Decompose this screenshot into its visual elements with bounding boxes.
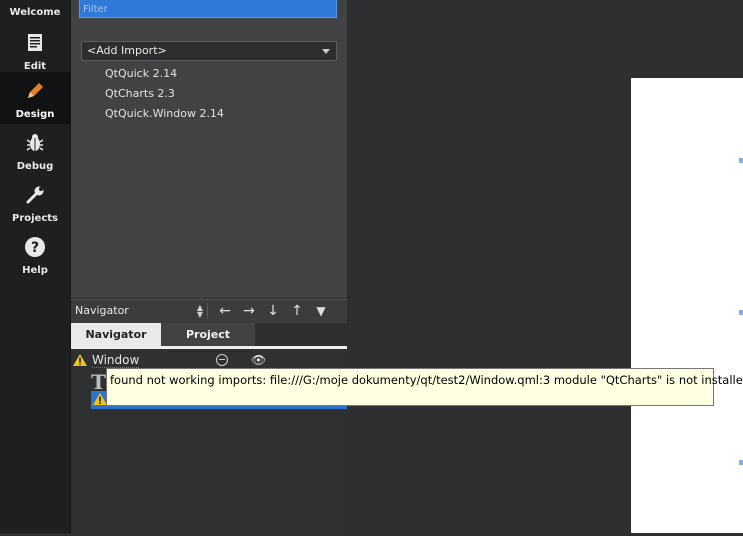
mode-edit[interactable]: Edit bbox=[0, 24, 70, 76]
mode-welcome[interactable]: Welcome bbox=[0, 0, 70, 24]
filter-input[interactable]: Filter bbox=[79, 0, 337, 18]
help-icon: ? bbox=[25, 237, 45, 257]
import-item[interactable]: QtQuick 2.14 bbox=[105, 67, 177, 80]
mode-debug[interactable]: Debug bbox=[0, 124, 70, 176]
arrow-right-icon[interactable]: → bbox=[239, 302, 259, 320]
navigator-tabs: Navigator Project bbox=[71, 323, 347, 346]
filter-icon[interactable]: ▼ bbox=[311, 302, 331, 320]
warning-icon bbox=[93, 393, 107, 405]
mode-projects-label: Projects bbox=[11, 213, 58, 224]
updown-arrows-icon: ▲ ▼ bbox=[196, 303, 203, 319]
arrow-left-icon[interactable]: ← bbox=[215, 302, 235, 320]
import-item[interactable]: QtCharts 2.3 bbox=[105, 87, 175, 100]
library-panel: Filter <Add Import> QtQuick 2.14 QtChart… bbox=[71, 0, 348, 298]
mode-help-label: Help bbox=[22, 265, 48, 276]
resize-handle[interactable] bbox=[739, 310, 743, 315]
mode-design[interactable]: Design bbox=[0, 72, 70, 124]
svg-text:?: ? bbox=[31, 240, 39, 256]
tree-item-label: Window bbox=[92, 353, 140, 368]
chevron-down-icon bbox=[322, 49, 330, 54]
alias-export-icon[interactable] bbox=[216, 354, 228, 366]
tab-navigator[interactable]: Navigator bbox=[71, 323, 161, 346]
form-editor-canvas[interactable] bbox=[631, 78, 743, 533]
resize-handle[interactable] bbox=[739, 460, 743, 465]
wrench-icon bbox=[26, 186, 44, 204]
arrow-down-icon[interactable]: ↓ bbox=[263, 302, 283, 320]
mode-debug-label: Debug bbox=[16, 161, 54, 172]
mode-edit-label: Edit bbox=[23, 61, 47, 72]
mode-design-label: Design bbox=[15, 109, 55, 120]
toolbar-separator bbox=[207, 303, 208, 319]
navigator-view-combo[interactable]: Navigator ▲ ▼ bbox=[75, 302, 203, 320]
import-error-tooltip: found not working imports: file:///G:/mo… bbox=[106, 368, 743, 406]
navigator-combo-label: Navigator bbox=[75, 304, 129, 317]
import-item[interactable]: QtQuick.Window 2.14 bbox=[105, 107, 224, 120]
bug-icon bbox=[26, 134, 44, 151]
document-icon bbox=[28, 34, 42, 51]
navigator-toolbar: Navigator ▲ ▼ ← → ↓ ↑ ▼ bbox=[71, 299, 347, 324]
add-import-combo[interactable]: <Add Import> bbox=[81, 41, 337, 61]
mode-sidebar: Welcome Edit Design Debug Projects ? Hel… bbox=[0, 0, 71, 533]
mode-welcome-label: Welcome bbox=[9, 7, 61, 18]
mode-projects[interactable]: Projects bbox=[0, 176, 70, 228]
add-import-label: <Add Import> bbox=[87, 44, 167, 57]
tab-project[interactable]: Project bbox=[161, 323, 255, 346]
pencil-icon bbox=[28, 83, 43, 98]
arrow-up-icon[interactable]: ↑ bbox=[287, 302, 307, 320]
resize-handle[interactable] bbox=[739, 158, 743, 163]
mode-help[interactable]: ? Help bbox=[0, 228, 70, 280]
tree-row-window[interactable]: Window 👁 bbox=[71, 351, 347, 369]
warning-icon bbox=[73, 354, 87, 366]
eye-icon[interactable]: 👁 bbox=[251, 353, 266, 367]
